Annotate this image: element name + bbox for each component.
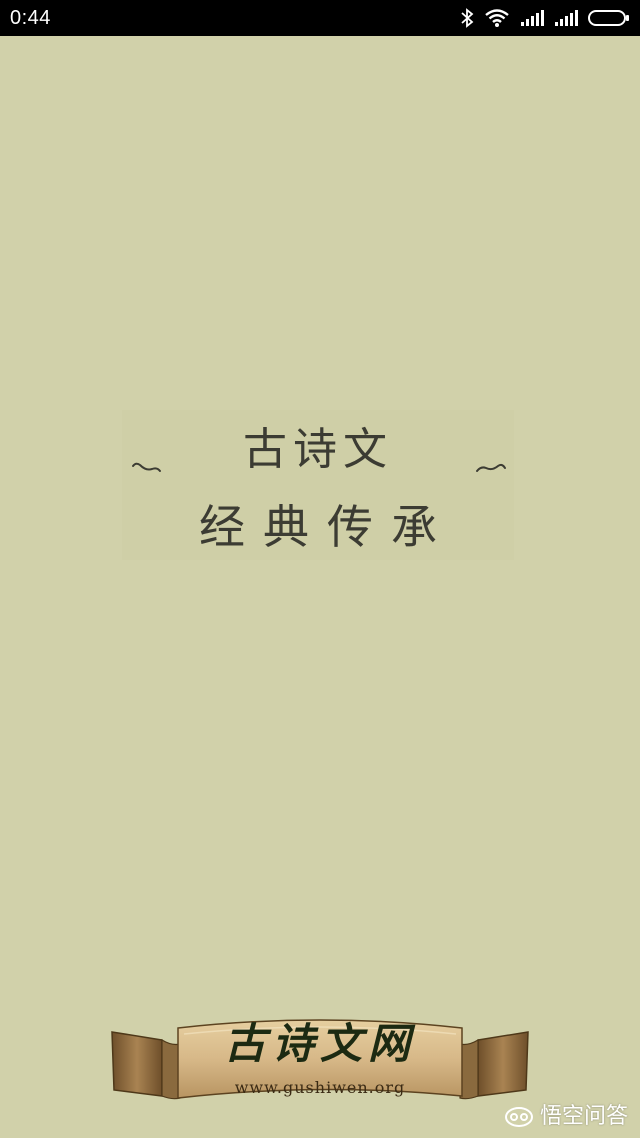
status-icons <box>460 8 630 28</box>
splash-title-block: 古诗文 经典传承 <box>122 410 514 560</box>
swirl-ornament-icon <box>132 462 161 472</box>
splash-subtitle: 经典传承 <box>199 500 455 554</box>
signal-icon <box>520 9 544 27</box>
logo-title: 古诗文网 <box>223 1019 416 1068</box>
watermark-text: 悟空问答 <box>539 1104 628 1129</box>
status-bar: 0:44 <box>0 0 640 36</box>
splash-title: 古诗文 <box>243 424 393 475</box>
wukong-watermark: 悟空问答 <box>504 1104 628 1130</box>
wukong-logo-icon <box>504 1107 533 1127</box>
bluetooth-icon <box>460 8 474 28</box>
battery-icon <box>588 9 630 27</box>
swirl-ornament-icon <box>476 463 506 472</box>
gushiwen-logo: 古诗文网 www.gushiwen.org <box>110 1010 530 1110</box>
signal-icon <box>554 9 578 27</box>
status-time: 0:44 <box>10 7 51 29</box>
logo-url: www.gushiwen.org <box>234 1078 406 1097</box>
wifi-icon <box>484 8 510 28</box>
